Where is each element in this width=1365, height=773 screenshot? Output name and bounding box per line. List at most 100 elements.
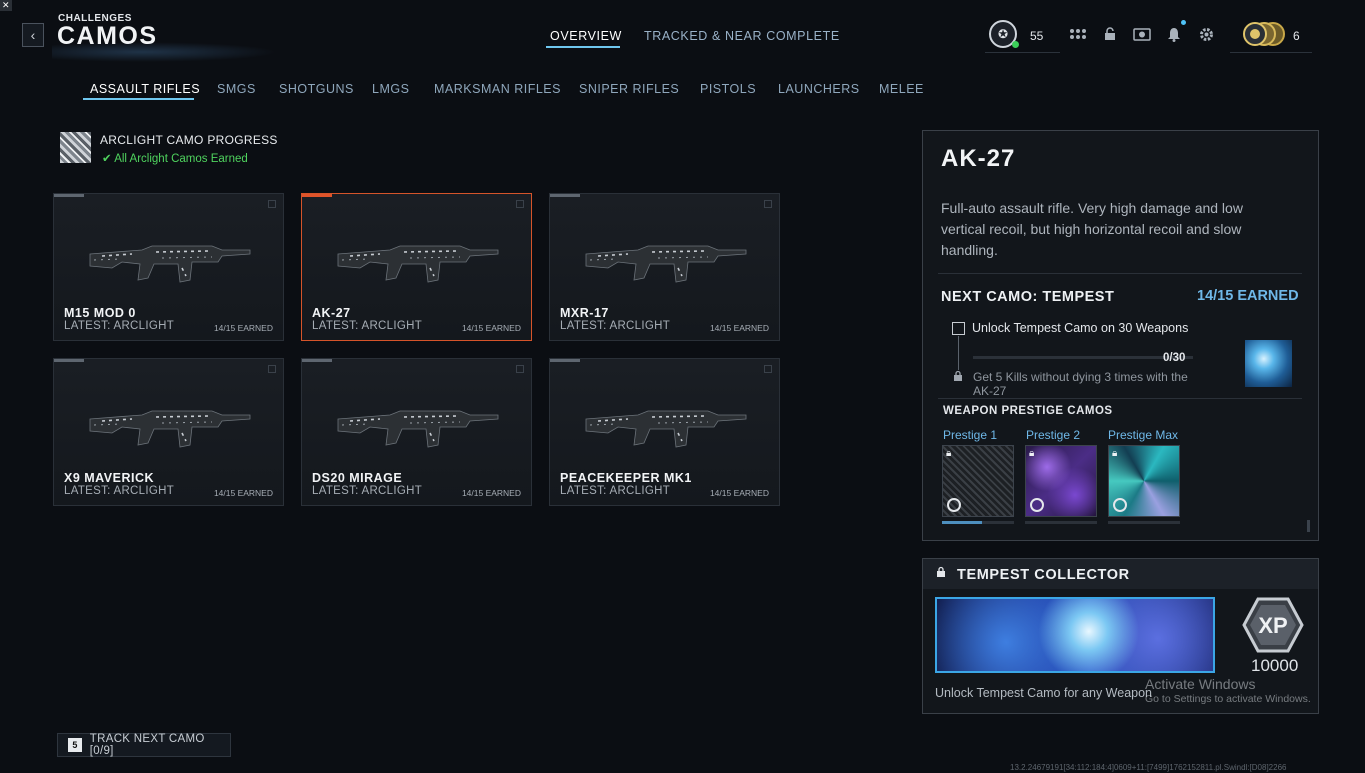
weapon-latest-camo: LATEST: ARCLIGHT [64,485,175,497]
tab-melee[interactable]: MELEE [879,82,924,96]
camera-icon[interactable] [1132,24,1152,44]
weapon-card[interactable]: MXR-17 LATEST: ARCLIGHT 14/15 EARNED [549,193,780,341]
weapon-card[interactable]: DS20 MIRAGE LATEST: ARCLIGHT 14/15 EARNED [301,358,532,506]
currency-icon[interactable] [1242,20,1288,48]
lock-icon[interactable] [1100,24,1120,44]
weapon-name: PEACEKEEPER MK1 [560,471,692,485]
prestige-label: Prestige 2 [1026,428,1081,442]
tab-overview-underline [546,46,620,48]
card-corner-accent [302,359,332,362]
prestige-label: Prestige 1 [943,428,998,442]
challenge-progress-bar [973,356,1193,359]
collector-reward-image [935,597,1215,673]
weapon-name: DS20 MIRAGE [312,471,403,485]
weapon-latest-camo: LATEST: ARCLIGHT [312,485,423,497]
card-options-icon [268,365,276,373]
weapon-image [585,410,747,448]
card-corner-accent [550,194,580,197]
weapon-card[interactable]: M15 MOD 0 LATEST: ARCLIGHT 14/15 EARNED [53,193,284,341]
prestige-heading: WEAPON PRESTIGE CAMOS [943,405,1113,417]
prestige-label: Prestige Max [1108,428,1179,442]
divider [1230,52,1312,53]
track-challenge-checkbox[interactable] [952,322,965,335]
weapon-description: Full-auto assault rifle. Very high damag… [941,200,1243,258]
weapon-name: M15 MOD 0 [64,306,136,320]
prestige-1-camo-tile[interactable]: 🔒︎ [942,445,1014,517]
card-options-icon [764,200,772,208]
collector-description: Unlock Tempest Camo for any Weapon [935,686,1153,700]
divider [938,273,1302,274]
card-corner-accent [302,194,332,197]
build-version: 13.2.24679191[34:112:184:4]0609+11:[7499… [1010,763,1287,772]
tab-overview[interactable]: OVERVIEW [550,29,622,43]
weapon-card[interactable]: X9 MAVERICK LATEST: ARCLIGHT 14/15 EARNED [53,358,284,506]
currency-count: 6 [1293,29,1300,43]
weapon-card[interactable]: PEACEKEEPER MK1 LATEST: ARCLIGHT 14/15 EAR… [549,358,780,506]
grid-icon[interactable] [1068,24,1088,44]
prestige-progress-bar [1025,521,1097,524]
tab-sniper-rifles[interactable]: SNIPER RIFLES [579,82,679,96]
lock-icon: 🔒︎ [946,448,952,459]
tab-pistols[interactable]: PISTOLS [700,82,756,96]
online-status-dot [1012,41,1019,48]
challenge-description: Get 5 Kills without dying 3 times with t… [973,370,1188,398]
weapon-camos-earned: 14/15 EARNED [461,323,521,333]
gear-icon[interactable] [1196,24,1216,44]
window-close-icon[interactable]: ✕ [0,0,12,11]
weapon-image [337,245,499,283]
lock-icon: 🔒︎ [1112,448,1118,459]
weapon-camos-earned: 14/15 EARNED [213,323,273,333]
card-options-icon [268,200,276,208]
tempest-camo-thumbnail [1245,340,1292,387]
arclight-progress-title: ARCLIGHT CAMO PROGRESS [100,133,278,147]
card-corner-accent [54,359,84,362]
weapon-name: MXR-17 [560,306,609,320]
weapon-card[interactable]: AK-27 LATEST: ARCLIGHT 14/15 EARNED [301,193,532,341]
weapon-name: X9 MAVERICK [64,471,155,485]
tab-shotguns[interactable]: SHOTGUNS [279,82,354,96]
tab-assault-rifles[interactable]: ASSAULT RIFLES [90,82,200,96]
back-button[interactable]: ‹ [22,23,44,47]
xp-reward-value: 10000 [1251,656,1299,675]
card-options-icon [516,200,524,208]
next-camo-label: NEXT CAMO: TEMPEST [941,289,1115,305]
xp-badge-icon: XP [1242,597,1304,653]
prestige-progress-fill [942,521,982,524]
weapon-name: AK-27 [312,306,351,320]
prestige-emblem-icon [1113,498,1127,512]
card-options-icon [764,365,772,373]
lock-icon [936,566,946,580]
arclight-status: ✔ All Arclight Camos Earned [102,153,248,165]
tab-marksman-rifles[interactable]: MARKSMAN RIFLES [434,82,561,96]
track-next-camo-button[interactable]: 5 TRACK NEXT CAMO [0/9] [57,733,231,757]
notification-dot [1181,20,1186,25]
connector-line [958,336,959,370]
challenge-title: Unlock Tempest Camo on 30 Weapons [972,321,1189,335]
weapon-image [89,410,251,448]
category-underline [83,98,194,100]
weapon-image [89,245,251,283]
weapon-title: AK-27 [941,145,1016,172]
prestige-progress-bar [942,521,1014,524]
weapon-latest-camo: LATEST: ARCLIGHT [312,320,423,332]
tab-lmgs[interactable]: LMGS [372,82,409,96]
arclight-camo-thumbnail [60,132,91,163]
track-next-camo-label: TRACK NEXT CAMO [0/9] [89,733,205,757]
bell-icon[interactable] [1164,24,1184,44]
tab-smgs[interactable]: SMGS [217,82,256,96]
divider [938,398,1302,399]
prestige-2-camo-tile[interactable]: 🔒︎ [1025,445,1097,517]
weapon-latest-camo: LATEST: ARCLIGHT [560,485,671,497]
tab-tracked[interactable]: TRACKED & NEAR COMPLETE [644,29,840,43]
prestige-progress-bar [1108,521,1180,524]
card-corner-accent [550,359,580,362]
lock-icon: 🔒︎ [1029,448,1035,459]
card-corner-accent [54,194,84,197]
divider [985,52,1060,53]
weapon-image [585,245,747,283]
panel-scrollbar[interactable] [1307,520,1310,532]
weapon-latest-camo: LATEST: ARCLIGHT [560,320,671,332]
prestige-max-camo-tile[interactable]: 🔒︎ [1108,445,1180,517]
xp-badge-text: XP [1258,613,1287,638]
tab-launchers[interactable]: LAUNCHERS [778,82,860,96]
